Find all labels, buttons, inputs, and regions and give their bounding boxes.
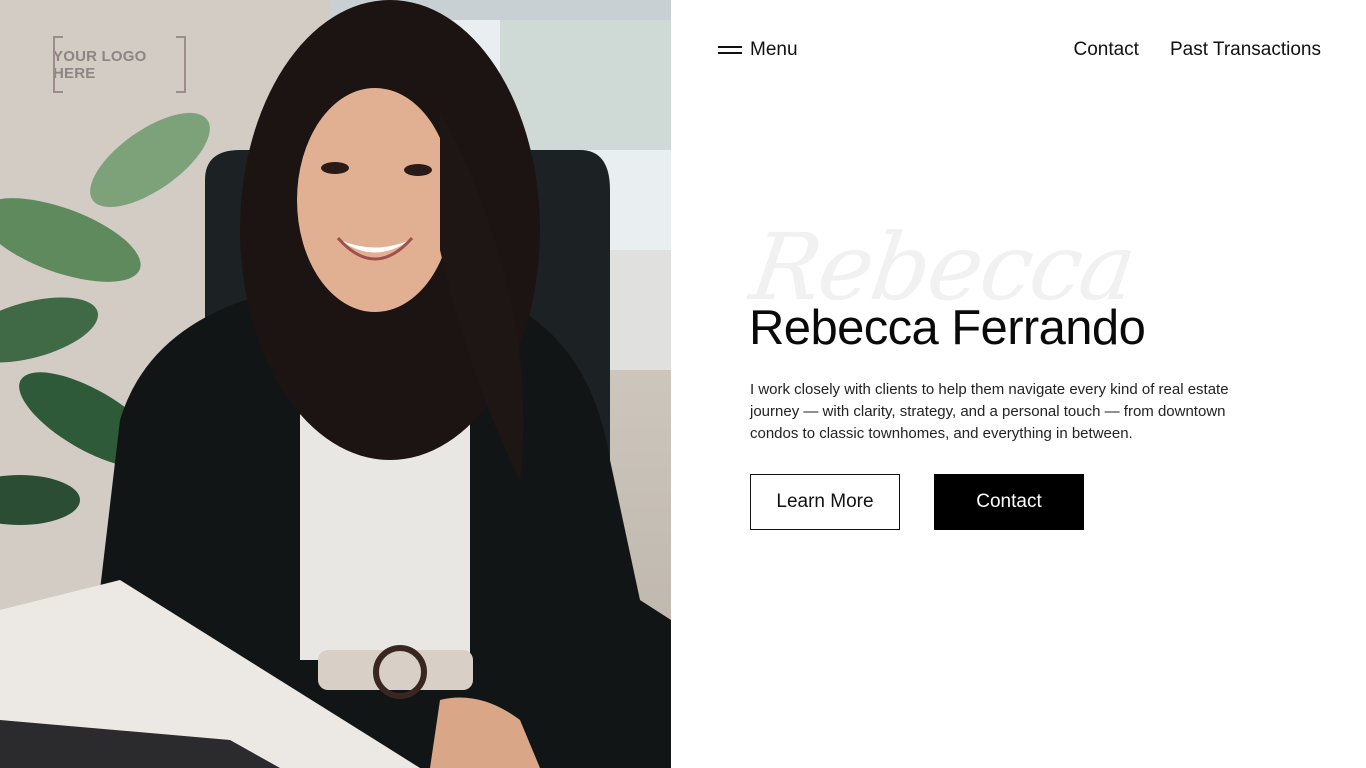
logo[interactable]: YOUR LOGO HERE	[53, 36, 186, 93]
hero-description: I work closely with clients to help them…	[750, 381, 1229, 442]
page-title: Rebecca Ferrando	[749, 301, 1146, 355]
menu-button[interactable]: Menu	[718, 36, 798, 64]
contact-button[interactable]: Contact	[934, 474, 1084, 530]
learn-more-button[interactable]: Learn More	[750, 474, 900, 530]
hero-photo: YOUR LOGO HERE	[0, 0, 671, 768]
nav-link-contact[interactable]: Contact	[1073, 39, 1138, 61]
logo-bracket-left	[53, 36, 63, 93]
top-nav: Contact Past Transactions	[1042, 36, 1321, 64]
agent-portrait-image	[0, 0, 671, 768]
nav-link-past-transactions[interactable]: Past Transactions	[1170, 39, 1321, 61]
menu-label: Menu	[750, 39, 798, 60]
logo-bracket-right	[176, 36, 186, 93]
logo-text: YOUR LOGO HERE	[53, 47, 147, 82]
hamburger-icon	[718, 45, 742, 55]
